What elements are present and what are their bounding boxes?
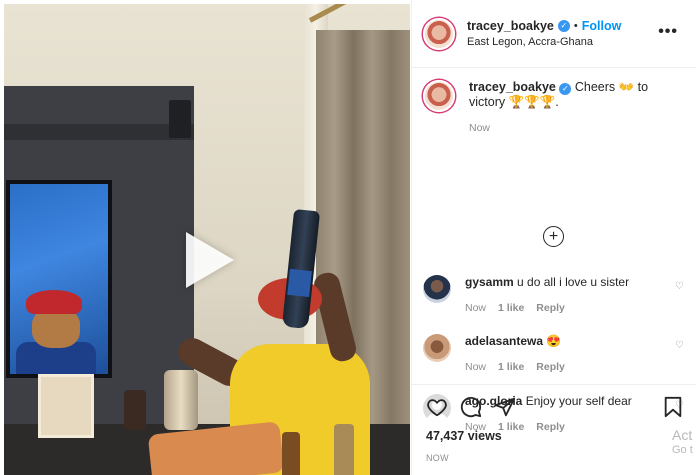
comment-timestamp: Now	[465, 361, 487, 373]
verified-badge-icon: ✓	[557, 20, 570, 32]
caption: tracey_boakye ✓ Cheers 👐 to victory 🏆🏆🏆.…	[423, 80, 685, 134]
comment-text: u do all i love u sister	[517, 275, 630, 289]
television	[6, 180, 112, 378]
location-link[interactable]: East Legon, Accra-Ghana	[467, 36, 621, 48]
bottle	[334, 424, 354, 475]
avatar[interactable]	[423, 275, 451, 303]
reply-button[interactable]: Reply	[536, 361, 565, 373]
comment-username[interactable]: gysamm	[465, 275, 514, 289]
avatar[interactable]	[423, 334, 451, 362]
share-paper-plane-icon[interactable]	[494, 396, 516, 418]
comment-timestamp: Now	[465, 302, 487, 314]
activate-windows-watermark: Act Go t	[672, 427, 693, 457]
header-username[interactable]: tracey_boakye	[467, 19, 554, 33]
more-options-icon[interactable]: •••	[658, 24, 678, 40]
verified-badge-icon: ✓	[559, 83, 572, 95]
pitcher	[164, 370, 198, 430]
bottle	[124, 390, 146, 430]
comment-likes[interactable]: 1 like	[498, 361, 524, 373]
speaker	[169, 100, 191, 138]
view-count[interactable]: 47,437 views	[426, 429, 683, 443]
post-timestamp: NOW	[426, 453, 449, 463]
post-sidebar: tracey_boakye ✓ • Follow East Legon, Acc…	[411, 0, 696, 475]
post-video[interactable]	[4, 4, 410, 475]
comment-username[interactable]: adelasantewa	[465, 334, 543, 348]
like-comment-icon[interactable]: ♡	[675, 340, 684, 351]
follow-button[interactable]: Follow	[582, 19, 622, 33]
avatar[interactable]	[423, 80, 455, 112]
caption-timestamp: Now	[469, 122, 491, 134]
separator-dot: •	[573, 20, 578, 32]
comment-likes[interactable]: 1 like	[498, 302, 524, 314]
bottle	[282, 432, 300, 475]
avatar[interactable]	[423, 17, 455, 50]
load-more-comments-icon[interactable]: +	[543, 226, 564, 247]
post-actions: 47,437 views NOW	[412, 384, 696, 463]
photo-frame	[38, 374, 94, 438]
comments-section: tracey_boakye ✓ Cheers 👐 to victory 🏆🏆🏆.…	[412, 68, 696, 433]
play-icon[interactable]	[186, 232, 234, 288]
post-header: tracey_boakye ✓ • Follow East Legon, Acc…	[412, 0, 696, 68]
caption-username[interactable]: tracey_boakye	[469, 80, 556, 94]
comment-bubble-icon[interactable]	[460, 396, 482, 418]
save-bookmark-icon[interactable]	[663, 396, 683, 418]
comment-item: gysamm u do all i love u sister Now 1 li…	[423, 275, 629, 314]
like-comment-icon[interactable]: ♡	[675, 281, 684, 292]
comment-text: 😍	[546, 334, 562, 348]
like-heart-icon[interactable]	[426, 396, 448, 418]
comment-item: adelasantewa 😍 Now 1 like Reply	[423, 334, 565, 373]
reply-button[interactable]: Reply	[536, 302, 565, 314]
